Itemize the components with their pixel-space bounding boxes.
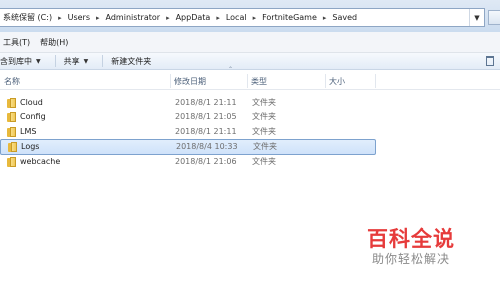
command-toolbar: 含到库中 ▼ 共享 ▼ 新建文件夹: [0, 53, 500, 70]
file-name: webcache: [20, 157, 61, 166]
breadcrumb-chevron-icon[interactable]: ▸: [213, 14, 223, 22]
breadcrumb-chevron-icon[interactable]: ▸: [93, 14, 103, 22]
file-name: LMS: [20, 127, 37, 136]
column-header-size[interactable]: 大小: [325, 72, 375, 90]
file-name: Cloud: [20, 98, 43, 107]
file-name: Logs: [21, 142, 40, 151]
file-type: 文件夹: [252, 127, 276, 136]
breadcrumb-saved[interactable]: Saved: [329, 9, 360, 26]
folder-icon: [7, 112, 16, 122]
file-name: Config: [20, 112, 46, 121]
file-row-config[interactable]: Config 2018/8/1 21:05 文件夹: [0, 110, 376, 124]
watermark-logo: 百科全说: [367, 227, 455, 251]
breadcrumb-administrator[interactable]: Administrator ▸: [103, 9, 173, 26]
column-header-name[interactable]: 名称: [0, 72, 170, 90]
chevron-down-icon: ▼: [36, 57, 41, 65]
file-date: 2018/8/4 10:33: [176, 142, 238, 151]
folder-icon: [7, 98, 16, 108]
address-dropdown-icon[interactable]: ▼: [469, 9, 484, 26]
column-header-date-modified[interactable]: 修改日期: [170, 72, 247, 90]
file-type: 文件夹: [253, 142, 277, 151]
file-row-cloud[interactable]: Cloud 2018/8/1 21:11 文件夹: [0, 96, 376, 110]
breadcrumb-drive[interactable]: 系统保留 (C:) ▸: [0, 9, 65, 26]
file-row-webcache[interactable]: webcache 2018/8/1 21:06 文件夹: [0, 155, 376, 169]
menu-help[interactable]: 帮助(H): [35, 37, 73, 48]
file-type: 文件夹: [252, 112, 276, 121]
breadcrumb-users[interactable]: Users ▸: [65, 9, 103, 26]
toolbar-divider: [54, 55, 56, 67]
address-bar[interactable]: 系统保留 (C:) ▸ Users ▸ Administrator ▸ AppData…: [0, 8, 485, 27]
refresh-button[interactable]: [488, 10, 500, 25]
column-divider[interactable]: [375, 74, 376, 88]
breadcrumb-appdata[interactable]: AppData ▸: [173, 9, 223, 26]
file-date: 2018/8/1 21:05: [175, 112, 237, 121]
breadcrumb-local[interactable]: Local ▸: [223, 9, 259, 26]
folder-icon: [7, 127, 16, 137]
address-bar-area: 系统保留 (C:) ▸ Users ▸ Administrator ▸ AppData…: [0, 0, 500, 32]
watermark-subtitle: 助你轻松解决: [372, 252, 451, 266]
breadcrumb-chevron-icon[interactable]: ▸: [320, 14, 330, 22]
breadcrumb-fortnitegame[interactable]: FortniteGame ▸: [259, 9, 329, 26]
folder-icon: [7, 157, 16, 167]
breadcrumb-chevron-icon[interactable]: ▸: [250, 14, 260, 22]
include-in-library-button[interactable]: 含到库中 ▼: [0, 56, 47, 67]
share-button[interactable]: 共享 ▼: [64, 56, 95, 67]
menu-bar: 工具(T) 帮助(H): [0, 32, 500, 53]
column-header-row: 名称 修改日期 类型 大小: [0, 72, 500, 90]
file-row-logs[interactable]: Logs 2018/8/4 10:33 文件夹: [0, 139, 376, 155]
menu-tools[interactable]: 工具(T): [0, 37, 35, 48]
file-type: 文件夹: [252, 157, 276, 166]
file-date: 2018/8/1 21:11: [175, 127, 237, 136]
view-options-icon[interactable]: [486, 56, 494, 66]
watermark: 百科全说 助你轻松解决: [356, 222, 496, 272]
breadcrumb-chevron-icon[interactable]: ▸: [55, 14, 65, 22]
toolbar-divider: [102, 55, 104, 67]
file-date: 2018/8/1 21:11: [175, 98, 237, 107]
file-row-lms[interactable]: LMS 2018/8/1 21:11 文件夹: [0, 125, 376, 139]
chevron-down-icon: ▼: [83, 57, 89, 65]
file-date: 2018/8/1 21:06: [175, 157, 237, 166]
folder-icon: [8, 142, 17, 152]
new-folder-button[interactable]: 新建文件夹: [111, 56, 157, 67]
breadcrumb-chevron-icon[interactable]: ▸: [163, 14, 173, 22]
file-type: 文件夹: [252, 98, 276, 107]
column-header-type[interactable]: 类型: [247, 72, 325, 90]
